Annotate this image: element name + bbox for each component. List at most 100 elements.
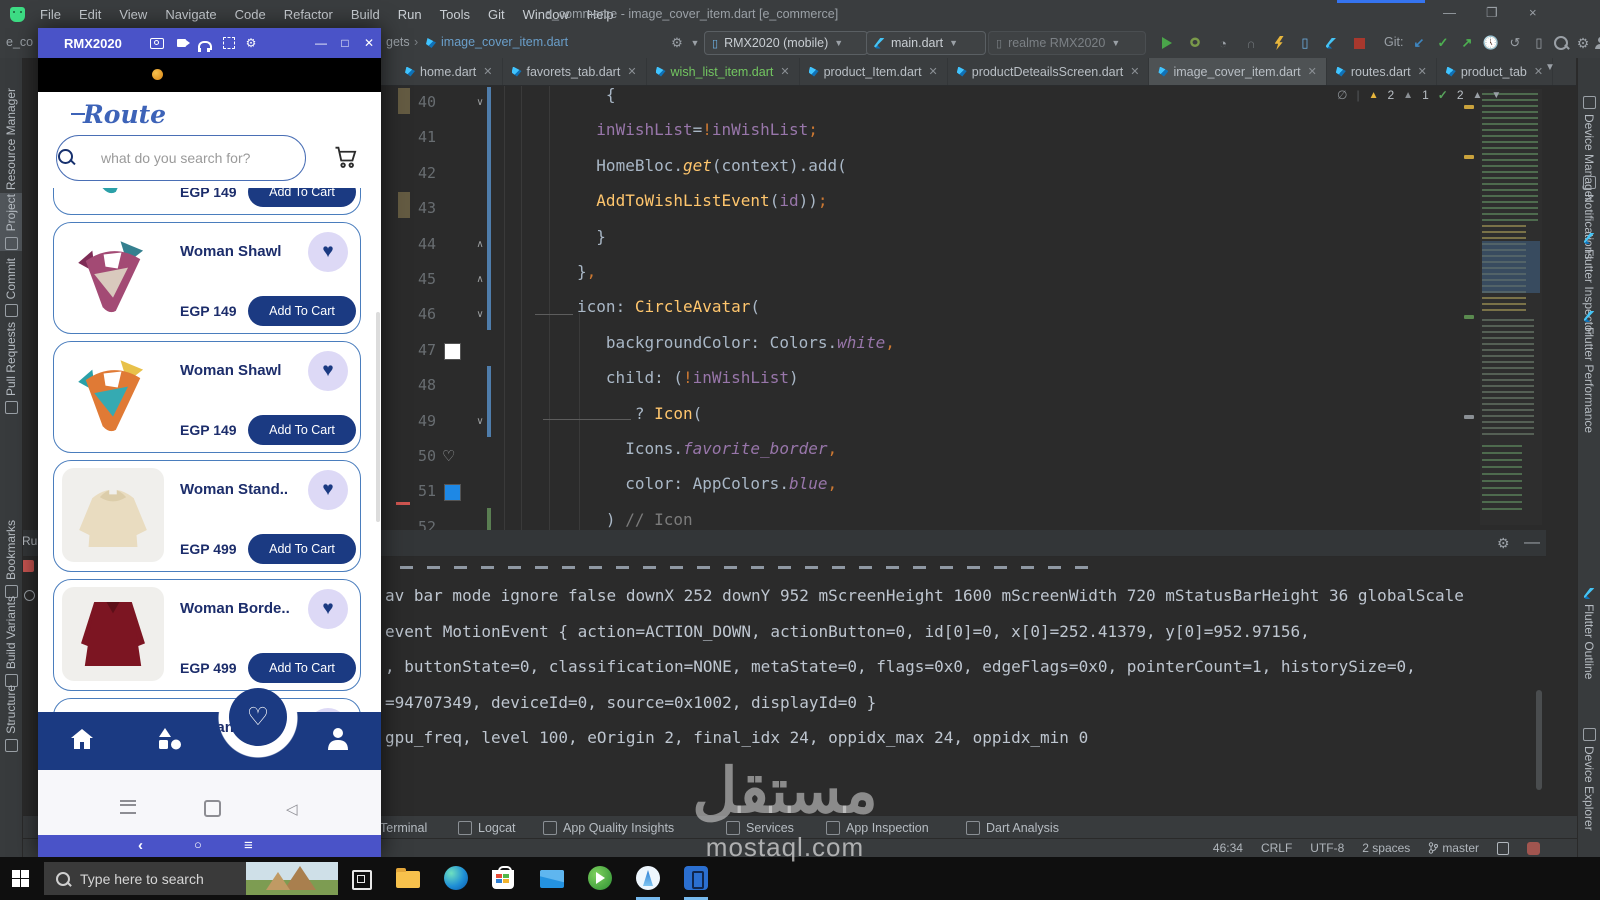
profile-icon[interactable] (1595, 37, 1600, 49)
nav-wishlist-button[interactable]: ♡ (229, 688, 287, 746)
target-device-selector[interactable]: ▯ realme RMX2020 ▼ (988, 31, 1146, 55)
editor-tab[interactable]: productDeteailsScreen.dart ✕ (948, 58, 1150, 85)
tool-stripe-tab[interactable]: Project (0, 193, 22, 251)
menu-item[interactable]: Edit (70, 7, 110, 22)
add-to-cart-button[interactable]: Add To Cart (248, 296, 356, 326)
editor-tab[interactable]: routes.dart ✕ (1327, 58, 1437, 85)
debug-button[interactable]: 🞉 (1186, 34, 1204, 52)
android-studio-icon[interactable] (636, 866, 662, 892)
fold-icon[interactable]: ∨ (473, 404, 487, 439)
editor-tab[interactable]: product_tab ✕ (1437, 58, 1554, 85)
close-tab-icon[interactable]: ✕ (1308, 65, 1317, 78)
fold-icon[interactable]: ∨ (473, 85, 487, 120)
menu-item[interactable]: Build (342, 7, 389, 22)
line-number[interactable]: 42 (380, 156, 436, 191)
line-number[interactable]: 52 (380, 510, 436, 530)
mirror-home-icon[interactable]: ○ (194, 837, 202, 852)
product-card[interactable]: Woman Shawl ♥ EGP 149 Add To Cart (53, 341, 361, 453)
tool-window-button[interactable]: App Inspection (826, 816, 929, 839)
menu-item[interactable]: File (31, 7, 70, 22)
line-number[interactable]: 48 (380, 368, 436, 403)
color-swatch[interactable] (444, 342, 461, 360)
android-back-button[interactable]: ◁ (286, 800, 298, 818)
hot-reload-button[interactable] (1274, 36, 1284, 50)
search-input[interactable] (56, 135, 306, 181)
audio-icon[interactable] (198, 40, 212, 52)
fold-icon[interactable]: ∧ (473, 227, 487, 262)
status-item[interactable]: CRLF (1261, 841, 1292, 855)
next-chevron-icon[interactable]: ▼ (1491, 90, 1501, 101)
idm-icon[interactable] (588, 866, 614, 892)
close-tab-icon[interactable]: ✕ (1534, 65, 1543, 78)
menu-item[interactable]: Tools (431, 7, 479, 22)
add-to-cart-button[interactable]: Add To Cart (248, 653, 356, 683)
run-config-selector[interactable]: main.dart ▼ (866, 31, 986, 55)
wishlist-heart-button[interactable]: ♥ (308, 470, 348, 510)
phone-settings-icon[interactable]: ⚙ (244, 36, 258, 50)
tool-window-button[interactable]: Dart Analysis (966, 816, 1059, 839)
wishlist-heart-button[interactable]: ♥ (308, 232, 348, 272)
menu-item[interactable]: Git (479, 7, 514, 22)
device-selector[interactable]: ▯ RMX2020 (mobile) ▼ (704, 31, 868, 55)
editor-tab[interactable]: image_cover_item.dart ✕ (1149, 58, 1327, 85)
mail-icon[interactable] (540, 866, 566, 892)
close-tab-icon[interactable]: ✕ (780, 65, 789, 78)
rerun-icon[interactable] (22, 560, 34, 572)
run-tool-window-label[interactable]: Ru (22, 534, 37, 548)
line-number[interactable]: 40 (380, 85, 436, 120)
scrcpy-icon[interactable] (684, 866, 710, 892)
screenshot-icon[interactable] (150, 37, 164, 49)
close-tab-icon[interactable]: ✕ (1418, 65, 1427, 78)
tool-window-button[interactable]: App Quality Insights (543, 816, 674, 839)
mirror-recents-icon[interactable]: ≡ (244, 837, 253, 854)
edge-icon[interactable] (444, 866, 470, 892)
run-button[interactable] (1162, 37, 1172, 49)
phone-window-titlebar[interactable]: RMX2020 ⚙ — □ ✕ (38, 28, 381, 58)
lock-icon[interactable] (1497, 841, 1509, 855)
menu-item[interactable]: Refactor (275, 7, 342, 22)
fold-icon[interactable]: ∨ (473, 297, 487, 332)
color-swatch[interactable] (444, 484, 461, 502)
start-button[interactable] (12, 870, 29, 887)
fullscreen-icon[interactable] (223, 37, 235, 49)
tool-window-button[interactable]: Services (726, 816, 794, 839)
nav-home-button[interactable] (68, 726, 96, 752)
phone-minimize-icon[interactable]: — (314, 36, 328, 50)
ms-store-icon[interactable] (492, 866, 518, 892)
nav-profile-button[interactable] (324, 726, 352, 752)
line-number[interactable]: 45 (380, 262, 436, 297)
line-number[interactable]: 50 (380, 439, 436, 474)
prev-chevron-icon[interactable]: ▲ (1473, 90, 1483, 101)
tool-stripe-tab[interactable]: Resource Manager (0, 88, 22, 209)
product-card[interactable]: Woman Shawl ♥ EGP 149 Add To Cart (53, 188, 361, 215)
git-commit-icon[interactable]: ✓ (1434, 34, 1452, 52)
tool-stripe-tab[interactable]: Bookmarks (0, 520, 22, 599)
hidden-tabs-chevron-icon[interactable]: ▼ (1545, 62, 1555, 73)
fold-icon[interactable]: ∧ (473, 262, 487, 297)
highlight-off-icon[interactable]: ∅ (1337, 88, 1347, 102)
tool-stripe-tab[interactable]: Structure (0, 685, 22, 752)
file-explorer-icon[interactable] (396, 866, 422, 892)
android-home-button[interactable] (204, 800, 221, 817)
menu-item[interactable]: Code (226, 7, 275, 22)
task-view-button[interactable] (352, 870, 372, 890)
add-to-cart-button[interactable]: Add To Cart (248, 415, 356, 445)
chevron-down-icon[interactable]: ▼ (686, 34, 704, 52)
product-list[interactable]: Woman Shawl ♥ EGP 149 Add To Cart (53, 188, 366, 748)
editor-tab[interactable]: favorets_tab.dart ✕ (503, 58, 647, 85)
history-icon[interactable]: 🕔 (1482, 34, 1500, 52)
minimize-button[interactable]: — (1443, 5, 1456, 20)
status-item[interactable]: 46:34 (1213, 841, 1243, 855)
tool-stripe-tab[interactable]: Build Variants (0, 596, 22, 688)
phone-maximize-icon[interactable]: □ (338, 36, 352, 50)
phone-close-icon[interactable]: ✕ (362, 36, 376, 50)
run-widget-icon[interactable]: ⚙ (668, 34, 686, 52)
line-number[interactable]: 44 (380, 227, 436, 262)
profiler-button[interactable]: ◔ (1214, 34, 1232, 52)
add-to-cart-button[interactable]: Add To Cart (248, 188, 356, 207)
record-icon[interactable] (176, 39, 190, 47)
settings-icon[interactable]: ⚙ (1577, 35, 1590, 52)
menu-item[interactable]: Run (389, 7, 431, 22)
maximize-button[interactable]: ❐ (1486, 5, 1498, 21)
hot-restart-button[interactable]: ▯ (1296, 34, 1314, 52)
